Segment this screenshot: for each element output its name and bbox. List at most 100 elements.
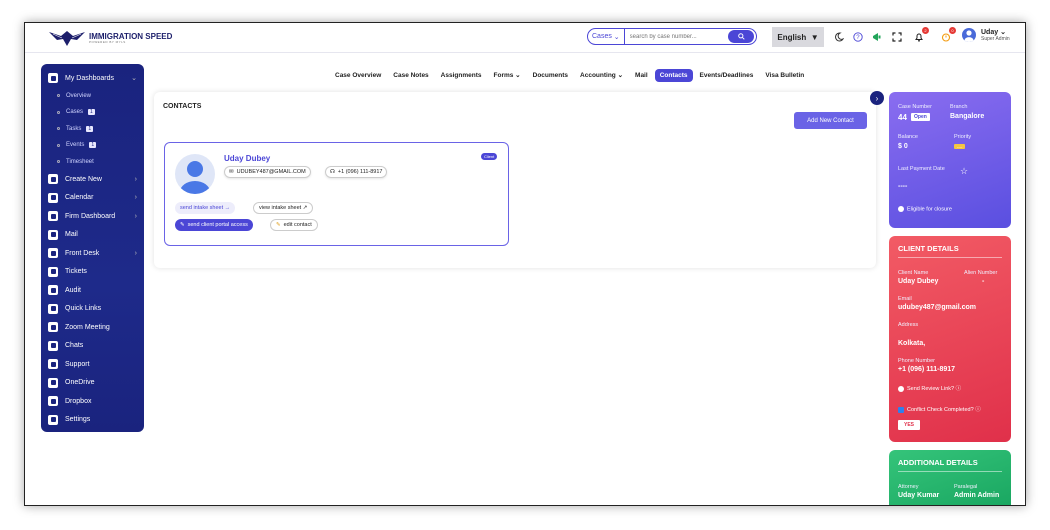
sidebar-item-tickets[interactable]: Tickets bbox=[41, 263, 144, 282]
sidebar-item-label: Create New bbox=[65, 175, 102, 183]
chevron-right-icon: › bbox=[134, 249, 137, 257]
avatar bbox=[175, 154, 215, 194]
sidebar-item-label: My Dashboards bbox=[65, 74, 115, 82]
sidebar-item-dropbox[interactable]: Dropbox bbox=[41, 392, 144, 411]
user-menu[interactable]: Uday ⌄ Super Admin bbox=[962, 28, 1010, 42]
client-name-label: Client Name bbox=[898, 270, 929, 276]
add-contact-button[interactable]: Add New Contact bbox=[794, 112, 867, 129]
sidebar-item-onedrive[interactable]: OneDrive bbox=[41, 374, 144, 393]
tab-assignments[interactable]: Assignments bbox=[436, 69, 487, 82]
balance-label: Balance bbox=[898, 134, 918, 140]
notification-bell-icon[interactable]: 2 bbox=[913, 27, 929, 43]
sidebar-item-label: Dropbox bbox=[65, 397, 92, 405]
email-label: Email bbox=[898, 296, 912, 302]
help-icon[interactable]: ? bbox=[852, 31, 864, 43]
sidebar-item-support[interactable]: Support bbox=[41, 355, 144, 374]
sidebar-item-zoom-meeting[interactable]: Zoom Meeting bbox=[41, 318, 144, 337]
page-title: CONTACTS bbox=[163, 103, 202, 110]
attorney-label: Attorney bbox=[898, 484, 919, 490]
tab-forms[interactable]: Forms ⌄ bbox=[489, 68, 526, 82]
sidebar-item-chats[interactable]: Chats bbox=[41, 337, 144, 356]
tab-case-notes[interactable]: Case Notes bbox=[388, 69, 433, 82]
tab-mail[interactable]: Mail bbox=[630, 69, 653, 82]
eligible-toggle[interactable]: Eligible for closure bbox=[898, 206, 952, 212]
eligible-label: Eligible for closure bbox=[907, 206, 952, 213]
sidebar-sub-tasks[interactable]: Tasks 1 bbox=[41, 121, 144, 138]
notification-count-badge: 2 bbox=[922, 27, 929, 34]
client-address: Kolkata, bbox=[898, 340, 926, 347]
avatar bbox=[962, 28, 976, 42]
contact-phone-text: +1 (096) 111-8917 bbox=[337, 169, 383, 175]
chevron-down-icon: ⌄ bbox=[131, 75, 137, 83]
sidebar-item-my-dashboards[interactable]: My Dashboards ⌄ bbox=[41, 69, 144, 88]
sidebar-sub-overview[interactable]: Overview bbox=[41, 88, 144, 105]
headset-icon bbox=[48, 359, 58, 370]
logo[interactable]: IMMIGRATION SPEED POWERED BY MYLS bbox=[47, 28, 172, 48]
sidebar-item-create-new[interactable]: Create New › bbox=[41, 170, 144, 189]
search-button[interactable] bbox=[728, 30, 754, 43]
star-icon[interactable]: ☆ bbox=[960, 166, 968, 177]
announcement-icon[interactable] bbox=[871, 31, 883, 43]
tab-events-deadlines[interactable]: Events/Deadlines bbox=[695, 69, 759, 82]
client-name: Uday Dubey bbox=[898, 278, 939, 285]
calendar-icon bbox=[48, 192, 58, 203]
sidebar-item-firm-dashboard[interactable]: Firm Dashboard › bbox=[41, 207, 144, 226]
sidebar-sub-timesheet[interactable]: Timesheet bbox=[41, 154, 144, 171]
tab-contacts[interactable]: Contacts bbox=[654, 68, 693, 82]
search-input[interactable] bbox=[624, 33, 728, 40]
tab-case-overview[interactable]: Case Overview bbox=[330, 69, 386, 82]
ticket-icon bbox=[48, 266, 58, 277]
user-role: Super Admin bbox=[981, 35, 1010, 42]
sidebar-sub-label: Tasks bbox=[66, 125, 82, 132]
front-desk-icon bbox=[48, 248, 58, 259]
sidebar-item-calendar[interactable]: Calendar › bbox=[41, 189, 144, 208]
sidebar-item-mail[interactable]: Mail bbox=[41, 226, 144, 245]
contact-phone[interactable]: ☊ +1 (096) 111-8917 bbox=[325, 166, 388, 178]
send-portal-access-button[interactable]: ✎ send client portal access bbox=[175, 219, 253, 231]
send-portal-label: send client portal access bbox=[187, 222, 248, 228]
reminder-icon[interactable]: 0 bbox=[940, 27, 956, 43]
client-email: udubey487@gmail.com bbox=[898, 304, 977, 311]
address-label: Address bbox=[898, 322, 919, 328]
fullscreen-icon[interactable] bbox=[891, 31, 903, 43]
case-tabs: Case Overview Case Notes Assignments For… bbox=[330, 68, 811, 82]
tab-accounting[interactable]: Accounting ⌄ bbox=[575, 68, 628, 82]
tab-visa-bulletin[interactable]: Visa Bulletin bbox=[760, 69, 809, 82]
branch-label: Branch bbox=[950, 104, 968, 110]
logo-subtitle: POWERED BY MYLS bbox=[89, 39, 126, 44]
search-type-select[interactable]: Cases ⌄ bbox=[588, 29, 625, 44]
audit-icon bbox=[48, 285, 58, 296]
chevron-right-icon: › bbox=[134, 194, 137, 202]
sidebar-sub-cases[interactable]: Cases 1 bbox=[41, 104, 144, 121]
additional-details-card: ADDITIONAL DETAILS Attorney Uday Kumar P… bbox=[889, 450, 1011, 505]
search-type-label: Cases bbox=[592, 33, 612, 40]
send-review-toggle[interactable]: Send Review Link? ⓘ bbox=[898, 384, 961, 392]
client-details-title: CLIENT DETAILS bbox=[898, 244, 1002, 258]
language-select[interactable]: English ▼ bbox=[772, 27, 824, 47]
dropbox-icon bbox=[48, 396, 58, 407]
dark-mode-icon[interactable] bbox=[833, 31, 845, 43]
sidebar-sub-events[interactable]: Events 1 bbox=[41, 137, 144, 154]
conflict-yes-badge: YES bbox=[898, 420, 921, 430]
svg-text:?: ? bbox=[856, 35, 860, 41]
sidebar-item-settings[interactable]: Settings bbox=[41, 411, 144, 430]
contacts-panel: CONTACTS Add New Contact Uday Dubey Clie… bbox=[154, 92, 876, 268]
contact-name: Uday Dubey bbox=[224, 154, 271, 163]
sidebar: My Dashboards ⌄ Overview Cases 1 Tasks 1 E… bbox=[41, 64, 144, 432]
sidebar-item-audit[interactable]: Audit bbox=[41, 281, 144, 300]
edit-contact-button[interactable]: ✎ edit contact bbox=[270, 219, 318, 231]
send-intake-sheet-button[interactable]: send intake sheet → bbox=[175, 202, 236, 214]
count-badge: 1 bbox=[86, 125, 94, 132]
sidebar-item-quick-links[interactable]: Quick Links bbox=[41, 300, 144, 319]
chevron-right-icon: › bbox=[134, 175, 137, 183]
view-intake-sheet-button[interactable]: view intake sheet ↗ bbox=[253, 202, 314, 214]
tab-documents[interactable]: Documents bbox=[528, 69, 573, 82]
edit-contact-label: edit contact bbox=[283, 222, 312, 228]
contact-email[interactable]: ✉ UDUBEY487@GMAIL.COM bbox=[224, 166, 311, 178]
collapse-panel-button[interactable]: › bbox=[870, 91, 884, 105]
top-bar: IMMIGRATION SPEED POWERED BY MYLS Cases … bbox=[25, 23, 1025, 53]
firm-icon bbox=[48, 211, 58, 222]
sidebar-item-front-desk[interactable]: Front Desk › bbox=[41, 244, 144, 263]
conflict-check-checkbox[interactable]: Conflict Check Completed? ⓘ bbox=[898, 405, 981, 413]
count-badge: 1 bbox=[88, 109, 95, 116]
